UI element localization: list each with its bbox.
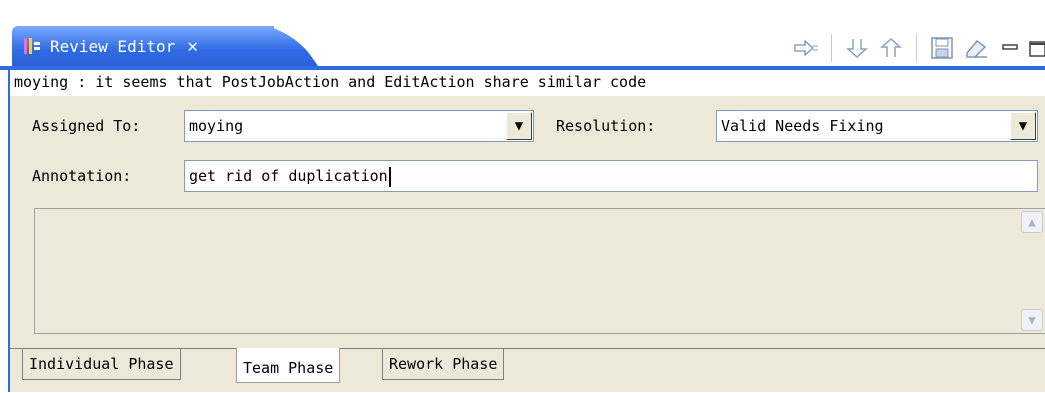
chevron-down-icon[interactable]: ▼	[506, 112, 532, 140]
review-comment: moying : it seems that PostJobAction and…	[10, 70, 1045, 96]
minimize-icon[interactable]	[993, 32, 1027, 64]
tab-title: Review Editor	[50, 36, 176, 56]
review-editor-window: Review Editor ✕ moying: it seems that P…	[0, 0, 1045, 392]
resolution-select[interactable]: Valid Needs Fixing ▼	[716, 110, 1038, 142]
chevron-down-icon[interactable]: ▼	[1010, 112, 1036, 140]
text-caret	[388, 166, 391, 187]
review-editor-icon	[22, 36, 42, 56]
tab-strip: Review Editor ✕	[0, 18, 1045, 66]
next-down-icon[interactable]	[840, 32, 874, 64]
save-icon[interactable]	[925, 32, 959, 64]
eraser-icon[interactable]	[959, 32, 993, 64]
annotation-input[interactable]: get rid of duplication	[184, 160, 1038, 192]
assigned-to-select[interactable]: moying ▼	[184, 110, 534, 142]
resolution-label: Resolution:	[556, 117, 656, 135]
phase-tabs: Individual Phase Team Phase Rework Phase	[10, 348, 1045, 393]
toolbar-separator	[831, 34, 832, 62]
tab-rework-phase[interactable]: Rework Phase	[382, 349, 505, 380]
toolbar-separator	[916, 34, 917, 62]
scroll-up-icon[interactable]: ▲	[1021, 211, 1043, 233]
scroll-down-icon[interactable]: ▼	[1021, 309, 1043, 331]
editor-content: moying : it seems that PostJobAction and…	[8, 70, 1045, 392]
tab-team-phase[interactable]: Team Phase	[236, 348, 341, 383]
resolution-value: Valid Needs Fixing	[721, 117, 884, 135]
annotation-value: get rid of duplication	[189, 167, 388, 185]
filter-arrow-icon[interactable]	[789, 32, 823, 64]
previous-up-icon[interactable]	[874, 32, 908, 64]
assigned-to-value: moying	[189, 117, 244, 135]
tab-review-editor[interactable]: Review Editor ✕	[12, 26, 274, 66]
annotation-label: Annotation:	[32, 167, 132, 185]
maximize-icon[interactable]	[1027, 32, 1045, 64]
notes-textarea[interactable]: ▲ ▼	[34, 208, 1045, 334]
close-icon[interactable]: ✕	[187, 36, 198, 57]
tab-individual-phase[interactable]: Individual Phase	[22, 349, 181, 380]
assigned-to-label: Assigned To:	[32, 117, 141, 135]
editor-toolbar	[789, 32, 1045, 64]
vertical-scrollbar[interactable]: ▲ ▼	[1021, 211, 1043, 331]
